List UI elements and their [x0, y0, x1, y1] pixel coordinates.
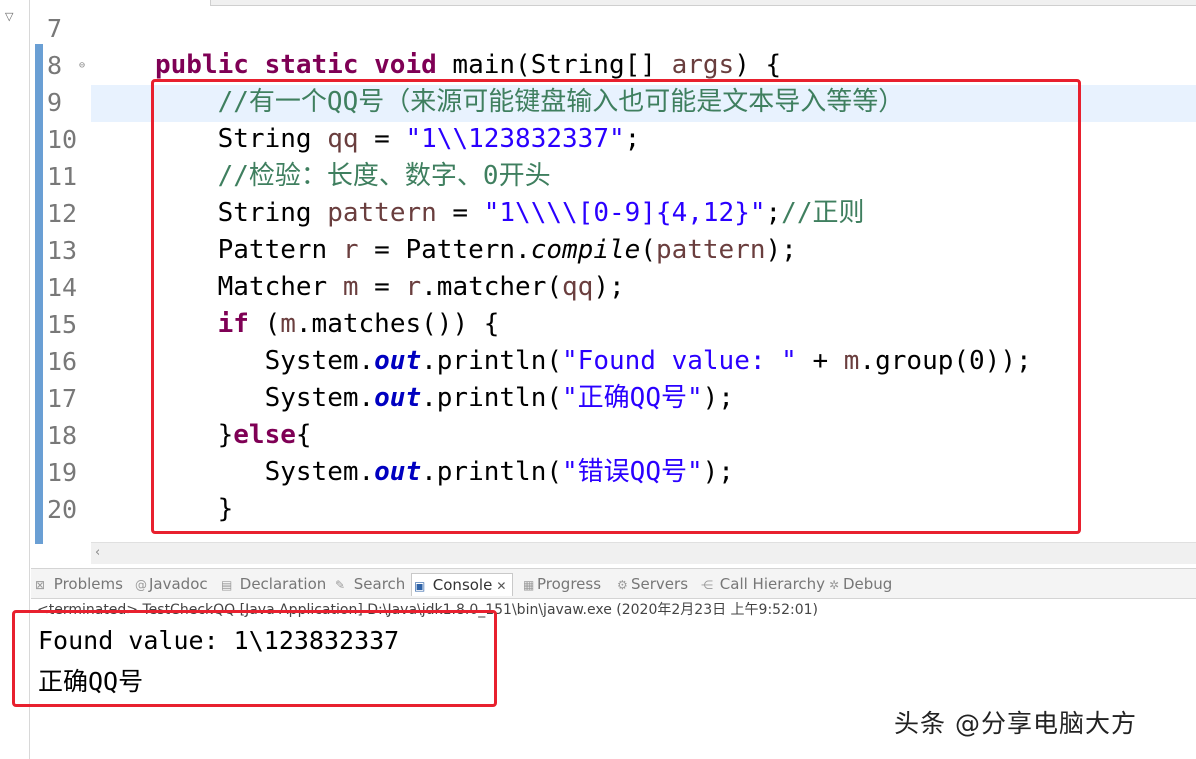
tab-label: Servers: [631, 575, 689, 593]
horizontal-scrollbar[interactable]: ‹: [91, 542, 1196, 564]
tab-progress[interactable]: ▦ Progress: [523, 573, 601, 596]
line-number: 8 ⊖: [47, 47, 97, 84]
line-number: 10: [47, 125, 78, 154]
tab-console[interactable]: ▣ Console ✕: [411, 573, 514, 596]
tab-label: Declaration: [239, 575, 327, 593]
fold-toggle-icon[interactable]: ⊖: [79, 47, 85, 84]
line-number: 17: [47, 384, 78, 413]
code-token: main(String[]: [452, 50, 672, 80]
tab-call-hierarchy[interactable]: ⋲ Call Hierarchy: [701, 573, 825, 596]
editor-tab[interactable]: [31, 0, 211, 6]
problems-icon: ⊠: [35, 578, 46, 592]
output-highlight-box: [12, 610, 497, 707]
watermark-text: 头条 @分享电脑大方: [894, 709, 1137, 738]
code-token: ) {: [734, 50, 782, 80]
line-number: 12: [47, 199, 78, 228]
scroll-left-icon[interactable]: ‹: [95, 545, 100, 560]
tab-label: Problems: [53, 575, 123, 593]
line-number: 15: [47, 310, 78, 339]
search-icon: ✎: [335, 578, 346, 592]
tab-servers[interactable]: ⚙ Servers: [617, 573, 688, 596]
tab-label: Javadoc: [149, 575, 208, 593]
debug-icon: ✲: [829, 578, 840, 592]
tab-declaration[interactable]: ▤ Declaration: [221, 573, 326, 596]
line-number: 20: [47, 495, 78, 524]
line-number: 7: [47, 14, 63, 43]
tab-label: Search: [353, 575, 406, 593]
line-number: 18: [47, 421, 78, 450]
tab-label: Console: [432, 576, 493, 594]
line-number: 9: [47, 88, 63, 117]
console-icon: ▣: [414, 579, 426, 593]
servers-icon: ⚙: [617, 578, 628, 592]
line-number: 11: [47, 162, 78, 191]
call-hierarchy-icon: ⋲: [701, 578, 713, 592]
line-number: 13: [47, 236, 78, 265]
tab-search[interactable]: ✎ Search: [335, 573, 405, 596]
line-number: 16: [47, 347, 78, 376]
line-number: 14: [47, 273, 78, 302]
code-token: public static void: [155, 50, 453, 80]
editor-tab-strip: [31, 0, 1196, 6]
tab-problems[interactable]: ⊠ Problems: [35, 573, 123, 596]
views-tab-bar: ⊠ Problems @ Javadoc ▤ Declaration ✎ Sear…: [31, 568, 1196, 599]
close-icon[interactable]: ✕: [496, 579, 506, 593]
collapse-arrow-icon[interactable]: ▽: [5, 10, 13, 23]
progress-icon: ▦: [523, 578, 535, 592]
tab-label: Progress: [537, 575, 602, 593]
code-highlight-box: [151, 79, 1081, 534]
line-number: 19: [47, 458, 78, 487]
tab-debug[interactable]: ✲ Debug: [829, 573, 892, 596]
declaration-icon: ▤: [221, 578, 233, 592]
line-number-gutter: 7 8 ⊖ 9 10 11 12 13 14 15 16 17 18 19 20: [47, 10, 97, 528]
change-ruler: [35, 44, 43, 544]
javadoc-icon: @: [135, 578, 147, 592]
tab-label: Debug: [843, 575, 893, 593]
code-token: args: [671, 50, 735, 80]
tab-javadoc[interactable]: @ Javadoc: [135, 573, 208, 596]
tab-label: Call Hierarchy: [719, 575, 826, 593]
